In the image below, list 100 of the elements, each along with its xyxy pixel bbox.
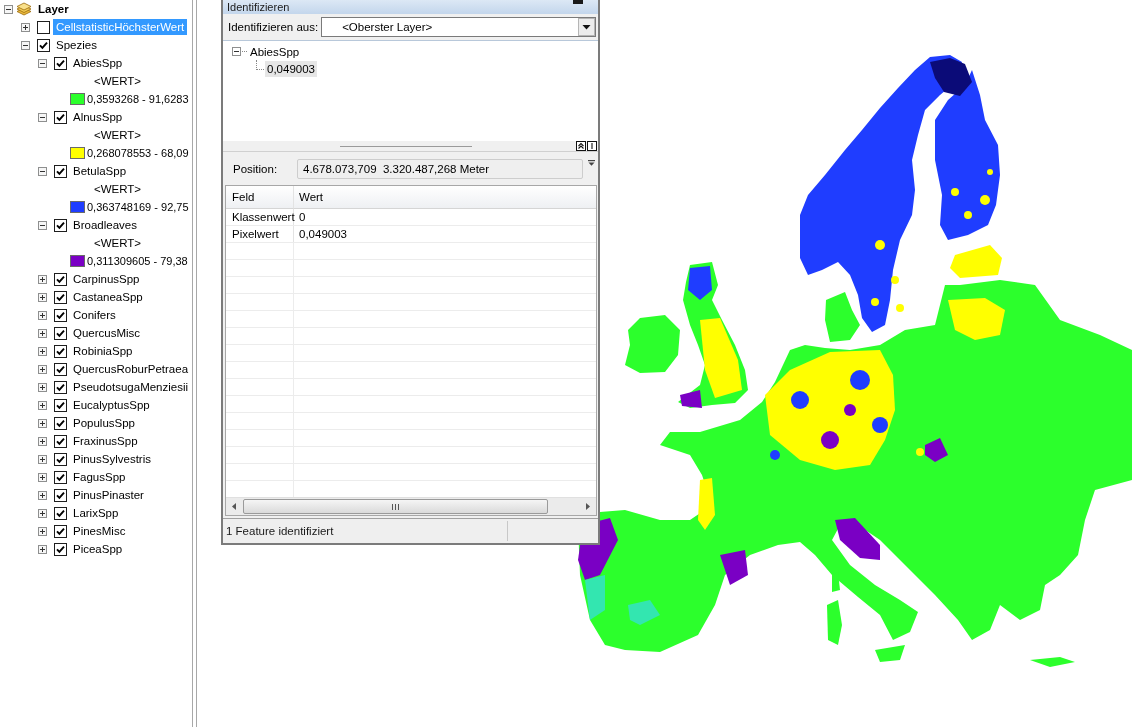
legend-range: 0,3593268 - 91,6283 [87, 92, 189, 106]
window-title: Identifizieren [227, 0, 290, 14]
collapse-icon[interactable] [38, 58, 47, 68]
expand-icon[interactable] [38, 526, 47, 536]
expand-icon[interactable] [38, 418, 47, 428]
legend-field-name: <WERT> [94, 128, 142, 142]
map-patch [835, 518, 880, 560]
checkbox[interactable] [54, 326, 67, 340]
toc-item-label[interactable]: PinesMisc [70, 523, 129, 539]
position-field: 4.678.073,709 3.320.487,268 Meter [297, 158, 583, 179]
position-label: Position: [233, 161, 279, 176]
toc-item-label[interactable]: PinusPinaster [70, 487, 147, 503]
toc-item-label[interactable]: QuercusMisc [70, 325, 144, 341]
checkbox[interactable] [54, 344, 67, 358]
expand-icon[interactable] [38, 400, 47, 410]
checkbox[interactable] [54, 506, 67, 520]
expand-icon[interactable] [38, 472, 47, 482]
ireland-region [625, 315, 680, 373]
checkbox[interactable] [54, 362, 67, 376]
expand-icon[interactable] [21, 22, 30, 32]
collapse-icon[interactable] [38, 220, 47, 230]
dropdown-arrow-icon[interactable] [588, 160, 595, 166]
column-header[interactable]: Feld [226, 186, 294, 209]
result-layer-name[interactable]: AbiesSpp [248, 43, 302, 60]
table-cell: Pixelwert [226, 226, 294, 242]
checkbox[interactable] [37, 38, 50, 52]
scrollbar-thumb[interactable] [243, 499, 548, 514]
checkbox[interactable] [54, 416, 67, 430]
map-patch [720, 550, 748, 585]
map-patch [948, 298, 1005, 340]
toc-item-label[interactable]: BetulaSpp [70, 163, 130, 179]
checkbox[interactable] [54, 524, 67, 538]
toc-item-label[interactable]: Spezies [53, 37, 100, 53]
crete-island [1030, 657, 1075, 667]
expand-icon[interactable] [38, 274, 47, 284]
identify-from-label: Identifizieren aus: [228, 20, 319, 34]
checkbox[interactable] [54, 272, 67, 286]
layer-dropdown[interactable]: <Oberster Layer> [321, 17, 596, 37]
double-chevron-up-icon[interactable] [576, 141, 586, 151]
expand-icon[interactable] [38, 508, 47, 518]
toc-item-label[interactable]: FraxinusSpp [70, 433, 141, 449]
toc-item-label[interactable]: QuercusRoburPetraea [70, 361, 192, 377]
checkbox[interactable] [54, 164, 67, 178]
checkbox[interactable] [54, 470, 67, 484]
checkbox[interactable] [54, 110, 67, 124]
toc-item-label[interactable]: LarixSpp [70, 505, 122, 521]
checkbox[interactable] [54, 434, 67, 448]
denmark-region [825, 292, 860, 342]
toc-item-label[interactable]: AlnusSpp [70, 109, 126, 125]
toc-item-label[interactable]: Conifers [70, 307, 119, 323]
checkbox[interactable] [54, 56, 67, 70]
expand-icon[interactable] [38, 382, 47, 392]
collapse-icon[interactable] [38, 112, 47, 122]
toc-item-label[interactable]: CastaneaSpp [70, 289, 146, 305]
expand-icon[interactable] [38, 292, 47, 302]
toc-item-label[interactable]: PiceaSpp [70, 541, 126, 557]
expand-icon[interactable] [38, 310, 47, 320]
checkbox[interactable] [54, 308, 67, 322]
table-cell-text: 0 [298, 210, 307, 225]
sardinia-island [827, 600, 842, 645]
legend-field-name: <WERT> [94, 74, 142, 88]
expand-icon[interactable] [38, 436, 47, 446]
collapse-icon[interactable] [21, 40, 30, 50]
checkbox[interactable] [54, 218, 67, 232]
checkbox[interactable] [54, 452, 67, 466]
horizontal-scrollbar[interactable] [226, 497, 596, 515]
checkbox[interactable] [54, 380, 67, 394]
collapse-icon[interactable] [38, 166, 47, 176]
toc-item-label[interactable]: PinusSylvestris [70, 451, 154, 467]
checkbox[interactable] [54, 398, 67, 412]
toc-root-label[interactable]: Layer [35, 1, 72, 17]
legend-range: 0,363748169 - 92,75 [87, 200, 189, 214]
legend-field-name: <WERT> [94, 182, 142, 196]
legend-field-name: <WERT> [94, 236, 142, 250]
status-text: 1 Feature identifiziert [226, 524, 334, 538]
expand-icon[interactable] [38, 364, 47, 374]
toc-item-label[interactable]: PseudotsugaMenziesii [70, 379, 192, 395]
legend-range: 0,311309605 - 79,38 [87, 254, 188, 268]
expand-icon[interactable] [38, 346, 47, 356]
toc-item-label[interactable]: CarpinusSpp [70, 271, 143, 287]
checkbox[interactable] [54, 290, 67, 304]
toc-item-label[interactable]: AbiesSpp [70, 55, 126, 71]
checkbox[interactable] [54, 488, 67, 502]
toc-item-label[interactable]: Broadleaves [70, 217, 140, 233]
collapse-icon[interactable] [4, 4, 13, 14]
toc-item-label[interactable]: EucalyptusSpp [70, 397, 153, 413]
expand-icon[interactable] [38, 490, 47, 500]
map-patch [628, 600, 660, 625]
expand-icon[interactable] [38, 454, 47, 464]
table-cell: Klassenwert [226, 209, 294, 225]
expand-icon[interactable] [38, 544, 47, 554]
toc-item-label[interactable]: PopulusSpp [70, 415, 139, 431]
result-value[interactable]: 0,049003 [265, 60, 317, 77]
collapse-icon[interactable] [232, 47, 241, 56]
toc-item-label[interactable]: FagusSpp [70, 469, 129, 485]
checkbox[interactable] [37, 20, 50, 34]
expand-icon[interactable] [38, 328, 47, 338]
toc-item-label[interactable]: RobiniaSpp [70, 343, 136, 359]
map-patch [950, 245, 1002, 278]
checkbox[interactable] [54, 542, 67, 556]
